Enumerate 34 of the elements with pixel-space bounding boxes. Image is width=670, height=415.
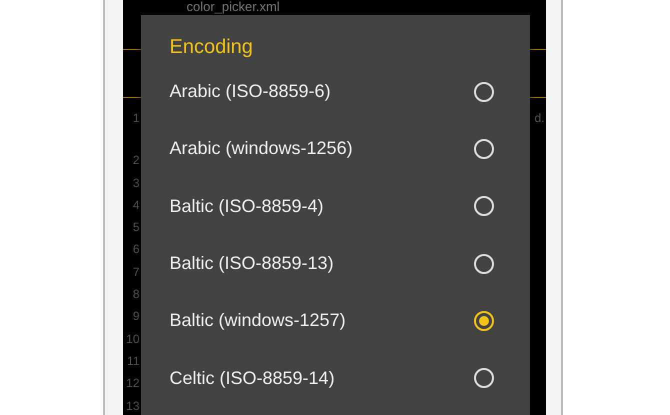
line-number: 11 [127, 352, 140, 370]
radio-button[interactable] [474, 310, 494, 331]
option-label: Arabic (windows-1256) [170, 138, 353, 160]
radio-button[interactable] [474, 196, 494, 216]
line-number: 9 [132, 308, 140, 326]
radio-button[interactable] [474, 368, 494, 388]
option-label: Baltic (windows-1257) [170, 310, 346, 332]
dialog-title: Encoding [168, 35, 254, 60]
line-number: 1 [132, 110, 140, 127]
line-number: 8 [132, 286, 140, 304]
option-label: Arabic (ISO-8859-6) [170, 81, 331, 102]
line-number: 6 [132, 241, 140, 258]
line-number: 13 [126, 398, 140, 415]
encoding-option[interactable]: Arabic (ISO-8859-6) [140, 63, 530, 120]
radio-button[interactable] [474, 82, 494, 102]
line-number: 5 [132, 219, 140, 236]
line-number: 10 [126, 330, 140, 348]
line-number: 12 [126, 375, 140, 392]
encoding-option[interactable]: Baltic (ISO-8859-13) [140, 234, 530, 292]
encoding-option[interactable]: Celtic (ISO-8859-14) [140, 349, 530, 407]
option-label: Celtic (ISO-8859-14) [170, 368, 335, 389]
line-number: 4 [132, 196, 140, 214]
encoding-option[interactable]: Baltic (ISO-8859-4) [140, 178, 530, 235]
line-number: 7 [132, 264, 140, 281]
radio-button[interactable] [474, 254, 494, 274]
line-number: 2 [132, 152, 140, 170]
line-number: 3 [132, 174, 140, 192]
encoding-option[interactable]: Baltic (windows-1257) [140, 292, 530, 350]
option-label: Baltic (ISO-8859-13) [170, 253, 334, 274]
file-name: color_picker.xml [186, 0, 280, 14]
code-text: d. [534, 110, 544, 127]
encoding-option[interactable]: Arabic (windows-1256) [140, 120, 530, 178]
radio-button[interactable] [474, 138, 494, 159]
option-label: Baltic (ISO-8859-4) [170, 196, 324, 217]
